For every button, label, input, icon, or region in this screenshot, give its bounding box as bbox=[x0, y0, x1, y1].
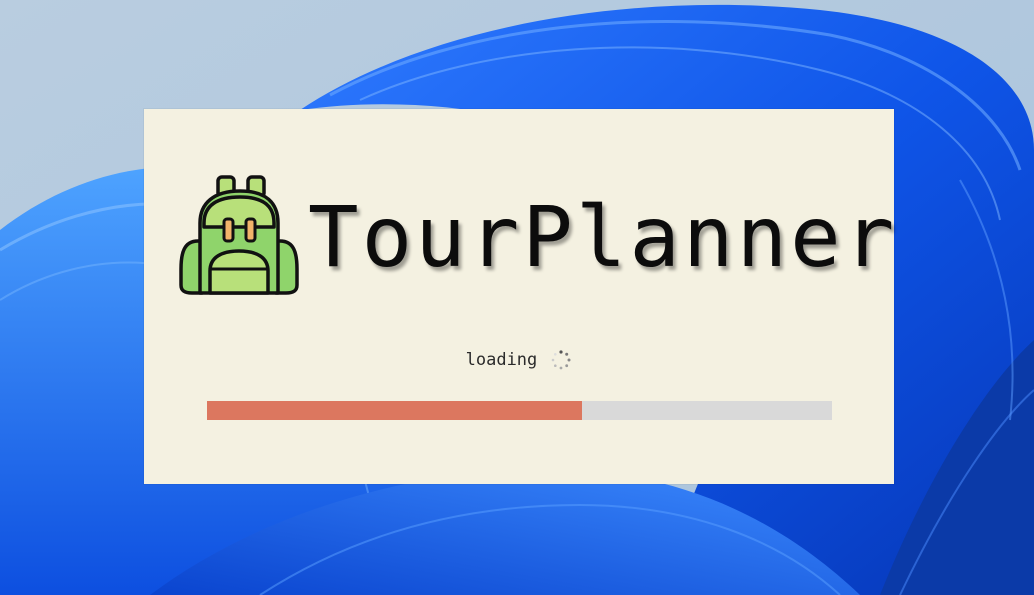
splash-window: TourPlanner loading bbox=[144, 109, 894, 484]
app-logo: TourPlanner bbox=[178, 173, 894, 303]
progress-bar-fill bbox=[207, 401, 582, 420]
progress-bar bbox=[207, 401, 832, 420]
loading-label: loading bbox=[465, 350, 538, 370]
spinner-icon bbox=[552, 350, 571, 370]
backpack-icon bbox=[179, 175, 299, 295]
app-title: TourPlanner bbox=[308, 188, 898, 286]
loading-status: loading bbox=[144, 349, 894, 375]
